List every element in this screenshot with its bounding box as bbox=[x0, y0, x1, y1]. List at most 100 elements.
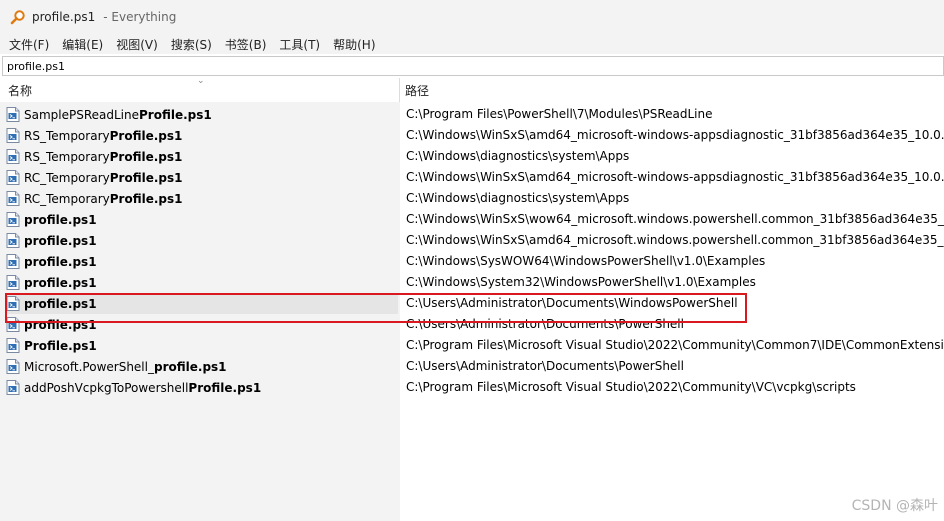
file-name-prefix: RC_Temporary bbox=[24, 170, 110, 185]
result-row[interactable]: addPoshVcpkgToPowershellProfile.ps1 C:\Pr… bbox=[0, 377, 944, 398]
search-input[interactable] bbox=[3, 57, 937, 75]
results-list: SamplePSReadLineProfile.ps1 C:\Program Fi… bbox=[0, 102, 944, 521]
powershell-script-icon bbox=[6, 170, 20, 185]
menu-search[interactable]: 搜索(S) bbox=[171, 36, 212, 53]
result-row[interactable]: Profile.ps1 C:\Program Files\Microsoft Vi… bbox=[0, 335, 944, 356]
result-row[interactable]: SamplePSReadLineProfile.ps1 C:\Program Fi… bbox=[0, 104, 944, 125]
menu-edit[interactable]: 编辑(E) bbox=[62, 36, 103, 53]
file-name-cell[interactable]: addPoshVcpkgToPowershellProfile.ps1 bbox=[6, 377, 398, 398]
menu-tools[interactable]: 工具(T) bbox=[279, 36, 320, 53]
menu-bookmarks[interactable]: 书签(B) bbox=[225, 36, 267, 53]
powershell-script-icon bbox=[6, 191, 20, 206]
search-box bbox=[2, 56, 944, 76]
file-name-cell[interactable]: profile.ps1 bbox=[6, 314, 398, 335]
file-path-cell[interactable]: C:\Windows\diagnostics\system\Apps bbox=[406, 146, 944, 167]
file-name: profile.ps1 bbox=[24, 318, 97, 332]
column-divider[interactable] bbox=[399, 78, 400, 102]
file-path-cell[interactable]: C:\Windows\System32\WindowsPowerShell\v1… bbox=[406, 272, 944, 293]
column-headers: 名称 ⌄ 路径 bbox=[0, 76, 944, 102]
file-name-cell[interactable]: RC_TemporaryProfile.ps1 bbox=[6, 188, 398, 209]
file-path-cell[interactable]: C:\Windows\WinSxS\wow64_microsoft.window… bbox=[406, 209, 944, 230]
file-path-cell[interactable]: C:\Windows\WinSxS\amd64_microsoft-window… bbox=[406, 167, 944, 188]
powershell-script-icon bbox=[6, 149, 20, 164]
column-header-name[interactable]: 名称 bbox=[8, 78, 32, 102]
window-app-name: - Everything bbox=[103, 10, 177, 24]
file-name-match: profile.ps1 bbox=[24, 296, 97, 311]
result-row[interactable]: RC_TemporaryProfile.ps1 C:\Windows\WinSxS… bbox=[0, 167, 944, 188]
file-name: profile.ps1 bbox=[24, 297, 97, 311]
menu-file[interactable]: 文件(F) bbox=[9, 36, 49, 53]
powershell-script-icon bbox=[6, 296, 20, 311]
file-name: addPoshVcpkgToPowershellProfile.ps1 bbox=[24, 381, 261, 395]
powershell-script-icon bbox=[6, 107, 20, 122]
file-path-cell[interactable]: C:\Program Files\PowerShell\7\Modules\PS… bbox=[406, 104, 944, 125]
file-name-prefix: addPoshVcpkgToPowershell bbox=[24, 380, 189, 395]
file-name: RC_TemporaryProfile.ps1 bbox=[24, 192, 183, 206]
file-name-cell[interactable]: profile.ps1 bbox=[6, 230, 398, 251]
file-name-match: Profile.ps1 bbox=[109, 170, 183, 185]
file-name-cell[interactable]: profile.ps1 bbox=[6, 251, 398, 272]
file-path-cell[interactable]: C:\Users\Administrator\Documents\Windows… bbox=[406, 293, 944, 314]
file-name-match: Profile.ps1 bbox=[109, 191, 183, 206]
file-name-match: Profile.ps1 bbox=[109, 128, 183, 143]
result-row[interactable]: profile.ps1 C:\Windows\WinSxS\amd64_micro… bbox=[0, 230, 944, 251]
powershell-script-icon bbox=[6, 317, 20, 332]
result-row[interactable]: profile.ps1 C:\Windows\System32\WindowsPo… bbox=[0, 272, 944, 293]
file-name-match: Profile.ps1 bbox=[24, 338, 97, 353]
file-name: profile.ps1 bbox=[24, 234, 97, 248]
powershell-script-icon bbox=[6, 233, 20, 248]
file-path-cell[interactable]: C:\Windows\WinSxS\amd64_microsoft-window… bbox=[406, 125, 944, 146]
file-path-cell[interactable]: C:\Users\Administrator\Documents\PowerSh… bbox=[406, 314, 944, 335]
file-name-cell[interactable]: profile.ps1 bbox=[6, 209, 398, 230]
powershell-script-icon bbox=[6, 128, 20, 143]
window-title: profile.ps1 - Everything bbox=[32, 10, 176, 24]
file-name-cell[interactable]: Profile.ps1 bbox=[6, 335, 398, 356]
magnifier-icon[interactable] bbox=[10, 9, 26, 25]
file-path-cell[interactable]: C:\Windows\diagnostics\system\Apps bbox=[406, 188, 944, 209]
file-name: Microsoft.PowerShell_profile.ps1 bbox=[24, 360, 227, 374]
watermark: CSDN @森叶 bbox=[851, 498, 938, 514]
file-name-cell[interactable]: Microsoft.PowerShell_profile.ps1 bbox=[6, 356, 398, 377]
file-path-cell[interactable]: C:\Program Files\Microsoft Visual Studio… bbox=[406, 335, 944, 356]
file-path-cell[interactable]: C:\Windows\WinSxS\amd64_microsoft.window… bbox=[406, 230, 944, 251]
file-name-cell[interactable]: RC_TemporaryProfile.ps1 bbox=[6, 167, 398, 188]
file-name: RC_TemporaryProfile.ps1 bbox=[24, 171, 183, 185]
file-name-prefix: RS_Temporary bbox=[24, 128, 110, 143]
file-name-cell[interactable]: SamplePSReadLineProfile.ps1 bbox=[6, 104, 398, 125]
file-name-match: profile.ps1 bbox=[153, 359, 227, 374]
file-name-cell[interactable]: profile.ps1 bbox=[6, 293, 398, 314]
powershell-script-icon bbox=[6, 338, 20, 353]
file-name: SamplePSReadLineProfile.ps1 bbox=[24, 108, 212, 122]
file-name: Profile.ps1 bbox=[24, 339, 97, 353]
file-name: profile.ps1 bbox=[24, 276, 97, 290]
file-name-match: profile.ps1 bbox=[24, 212, 97, 227]
powershell-script-icon bbox=[6, 254, 20, 269]
file-path-cell[interactable]: C:\Users\Administrator\Documents\PowerSh… bbox=[406, 356, 944, 377]
file-name-prefix: RC_Temporary bbox=[24, 191, 110, 206]
result-row[interactable]: profile.ps1 C:\Users\Administrator\Docume… bbox=[0, 293, 944, 314]
file-name-match: Profile.ps1 bbox=[109, 149, 183, 164]
file-name-match: profile.ps1 bbox=[24, 275, 97, 290]
file-name: profile.ps1 bbox=[24, 213, 97, 227]
powershell-script-icon bbox=[6, 275, 20, 290]
result-row[interactable]: profile.ps1 C:\Windows\SysWOW64\WindowsPo… bbox=[0, 251, 944, 272]
file-name-match: profile.ps1 bbox=[24, 254, 97, 269]
result-row[interactable]: Microsoft.PowerShell_profile.ps1 C:\Users… bbox=[0, 356, 944, 377]
file-name-cell[interactable]: profile.ps1 bbox=[6, 272, 398, 293]
menu-view[interactable]: 视图(V) bbox=[116, 36, 158, 53]
result-row[interactable]: profile.ps1 C:\Windows\WinSxS\wow64_micro… bbox=[0, 209, 944, 230]
powershell-script-icon bbox=[6, 359, 20, 374]
file-name-cell[interactable]: RS_TemporaryProfile.ps1 bbox=[6, 125, 398, 146]
file-name-match: Profile.ps1 bbox=[139, 107, 212, 122]
result-row[interactable]: RS_TemporaryProfile.ps1 C:\Windows\WinSxS… bbox=[0, 125, 944, 146]
result-row[interactable]: profile.ps1 C:\Users\Administrator\Docume… bbox=[0, 314, 944, 335]
result-row[interactable]: RC_TemporaryProfile.ps1 C:\Windows\diagno… bbox=[0, 188, 944, 209]
result-row[interactable]: RS_TemporaryProfile.ps1 C:\Windows\diagno… bbox=[0, 146, 944, 167]
file-path-cell[interactable]: C:\Program Files\Microsoft Visual Studio… bbox=[406, 377, 944, 398]
menu-help[interactable]: 帮助(H) bbox=[333, 36, 375, 53]
file-name-match: profile.ps1 bbox=[24, 317, 97, 332]
file-name-cell[interactable]: RS_TemporaryProfile.ps1 bbox=[6, 146, 398, 167]
file-path-cell[interactable]: C:\Windows\SysWOW64\WindowsPowerShell\v1… bbox=[406, 251, 944, 272]
column-header-path[interactable]: 路径 bbox=[405, 78, 429, 102]
file-name: RS_TemporaryProfile.ps1 bbox=[24, 129, 182, 143]
